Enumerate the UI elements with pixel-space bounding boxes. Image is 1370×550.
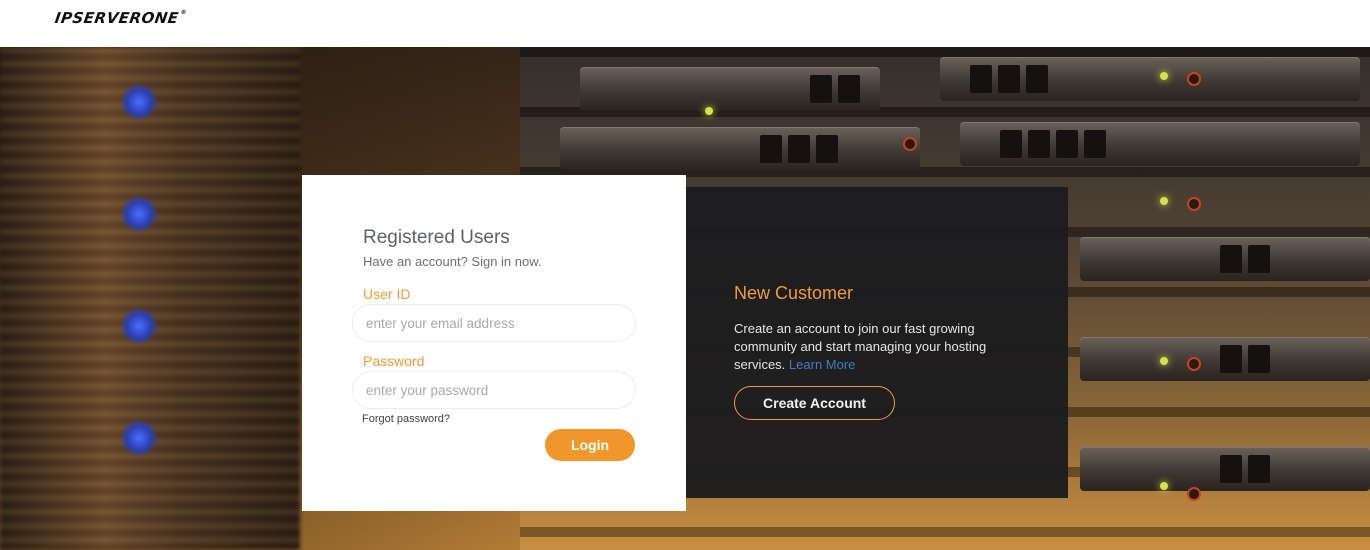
new-customer-description: Create an account to join our fast growi… — [734, 320, 1034, 374]
new-customer-title: New Customer — [734, 283, 854, 303]
server-unit — [960, 122, 1360, 166]
create-account-button[interactable]: Create Account — [734, 386, 895, 420]
login-button[interactable]: Login — [545, 429, 635, 461]
power-knob — [1187, 197, 1201, 211]
login-title: Registered Users — [363, 227, 510, 248]
power-knob — [1187, 357, 1201, 371]
brand-logo[interactable]: IPSERVERONE® — [54, 9, 188, 27]
led-indicator — [1160, 357, 1168, 365]
forgot-password-link[interactable]: Forgot password? — [362, 413, 450, 425]
led-indicator — [1160, 482, 1168, 490]
server-unit — [1080, 447, 1370, 491]
server-rack-left-image — [0, 47, 300, 550]
brand-logo-text: IPSERVERONE — [53, 9, 180, 27]
server-unit — [1080, 337, 1370, 381]
login-subtitle: Have an account? Sign in now. — [363, 254, 542, 269]
login-panel: Registered Users Have an account? Sign i… — [302, 175, 686, 511]
power-knob — [903, 137, 917, 151]
new-customer-panel: New Customer Create an account to join o… — [686, 187, 1068, 498]
password-label: Password — [363, 353, 425, 369]
power-knob — [1187, 487, 1201, 501]
server-unit — [580, 67, 880, 111]
led-indicator — [1160, 197, 1168, 205]
registered-mark: ® — [179, 9, 188, 16]
password-input[interactable] — [352, 371, 636, 409]
new-customer-text: Create an account to join our fast growi… — [734, 321, 987, 372]
blue-light-decor — [120, 83, 158, 121]
power-knob — [1187, 72, 1201, 86]
top-header: IPSERVERONE® — [0, 0, 1370, 47]
userid-input[interactable] — [352, 304, 636, 342]
blue-light-decor — [120, 195, 158, 233]
server-unit — [560, 127, 920, 171]
blue-light-decor — [120, 307, 158, 345]
userid-label: User ID — [363, 286, 411, 302]
led-indicator — [705, 107, 713, 115]
led-indicator — [1160, 72, 1168, 80]
server-unit — [1080, 237, 1370, 281]
server-unit — [940, 57, 1360, 101]
blue-light-decor — [120, 419, 158, 457]
learn-more-link[interactable]: Learn More — [789, 357, 855, 372]
